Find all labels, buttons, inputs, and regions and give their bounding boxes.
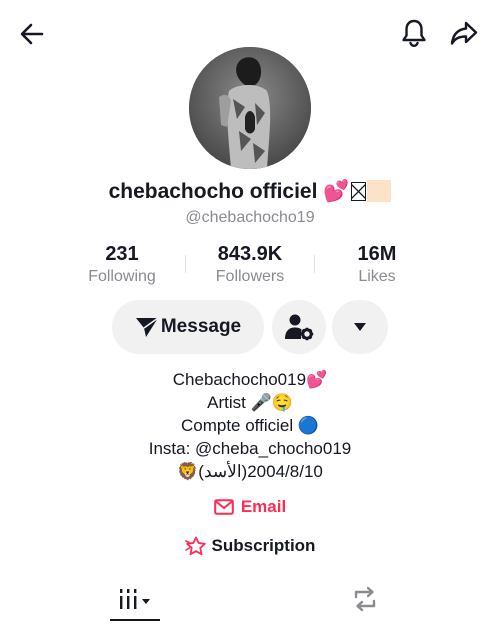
tab-reposts[interactable] [348,584,382,614]
arrow-left-icon [20,23,44,45]
bio-line-5: 🦁(الأسد)2004/8/10 [177,462,323,481]
avatar-photo [189,47,311,169]
share-button[interactable] [446,15,482,51]
bell-icon [402,19,426,48]
bio-line-2: Artist 🎤🤤 [207,393,293,412]
following-label: Following [88,268,156,285]
username-handle: @chebachocho19 [185,209,315,226]
display-name-text: chebachocho officiel 💕 [108,180,350,203]
grid-bars-icon [120,589,150,609]
active-tab-indicator [110,619,160,621]
tab-videos[interactable] [112,584,160,614]
stat-likes[interactable]: 16M Likes [317,242,437,287]
send-icon [135,317,159,337]
add-friend-button[interactable] [272,300,326,354]
back-button[interactable] [14,16,50,52]
more-options-button[interactable] [332,300,388,354]
followers-count: 843.9K [217,243,283,265]
caret-down-icon [354,323,366,331]
avatar[interactable] [189,47,311,169]
bio-line-1: Chebachocho019💕 [172,370,328,389]
stat-following[interactable]: 231 Following [62,242,182,287]
message-label: Message [160,316,242,337]
message-button[interactable]: Message [112,300,264,354]
following-count: 231 [105,243,139,265]
email-label: Email [240,497,287,516]
subscription-star-icon [184,536,206,556]
notifications-button[interactable] [396,15,432,51]
person-settings-icon [285,314,314,341]
stat-followers[interactable]: 843.9K Followers [190,242,310,287]
share-arrow-icon [450,21,478,45]
email-link[interactable]: Email [0,497,500,517]
stat-divider [314,255,315,273]
stat-divider [185,255,186,273]
followers-label: Followers [215,268,285,285]
repost-icon [354,586,376,612]
subscription-label: Subscription [211,536,316,555]
bio-line-3: Compte officiel 🔵 [180,416,320,435]
subscription-link[interactable]: Subscription [0,536,500,556]
missing-glyph-icon [351,182,367,201]
bio-line-4: Insta: @cheba_chocho019 [148,439,352,458]
skin-tone-swatch-icon [367,180,392,202]
likes-label: Likes [358,268,396,285]
mail-icon [214,499,234,515]
display-name: chebachocho officiel 💕 [0,180,500,204]
likes-count: 16M [357,243,397,265]
